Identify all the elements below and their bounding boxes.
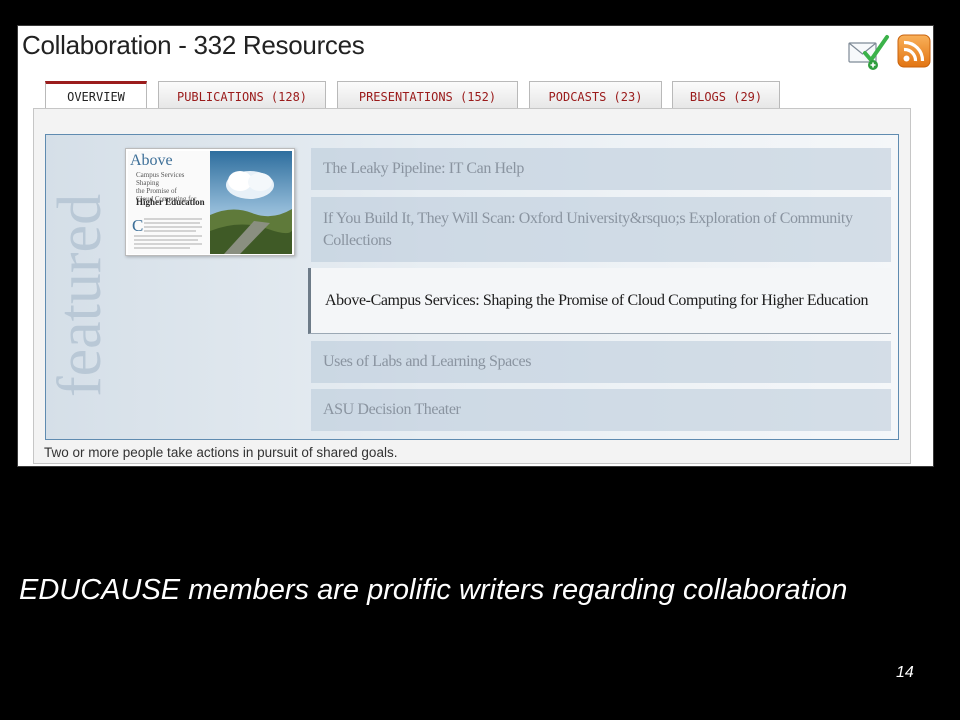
topic-description: Two or more people take actions in pursu… <box>44 445 398 460</box>
slide-caption: EDUCAUSE members are prolific writers re… <box>19 574 848 606</box>
slide-number: 14 <box>896 664 914 681</box>
page-title: Collaboration - 332 Resources <box>22 30 365 60</box>
svg-text:featured: featured <box>52 194 112 397</box>
overview-panel: featured Above Campus Services Shaping t… <box>33 108 911 464</box>
featured-item[interactable]: If You Build It, They Will Scan: Oxford … <box>311 197 891 262</box>
cloud-landscape-image <box>210 151 292 254</box>
resource-page-screenshot: Collaboration - 332 Resources OVERVIEW P… <box>17 25 934 467</box>
rss-feed-icon[interactable] <box>897 34 931 68</box>
tab-podcasts[interactable]: PODCASTS (23) <box>529 81 662 109</box>
thumbnail-heading: Higher Education <box>136 197 205 207</box>
featured-item[interactable]: ASU Decision Theater <box>311 389 891 431</box>
tab-publications[interactable]: PUBLICATIONS (128) <box>158 81 326 109</box>
thumbnail-text-lines: C <box>132 216 202 249</box>
featured-thumbnail[interactable]: Above Campus Services Shaping the Promis… <box>125 148 295 256</box>
featured-item-selected[interactable]: Above-Campus Services: Shaping the Promi… <box>308 268 891 334</box>
tab-presentations[interactable]: PRESENTATIONS (152) <box>337 81 518 109</box>
thumbnail-title: Above <box>130 152 173 169</box>
thumbnail-cover: Above Campus Services Shaping the Promis… <box>128 151 210 254</box>
featured-item[interactable]: Uses of Labs and Learning Spaces <box>311 341 891 383</box>
tab-blogs[interactable]: BLOGS (29) <box>672 81 780 109</box>
featured-watermark: featured <box>52 194 112 397</box>
email-share-icon[interactable] <box>847 34 891 72</box>
featured-item[interactable]: The Leaky Pipeline: IT Can Help <box>311 148 891 190</box>
featured-panel: featured Above Campus Services Shaping t… <box>45 134 899 440</box>
svg-text:C: C <box>132 216 143 235</box>
tab-overview[interactable]: OVERVIEW <box>45 81 147 110</box>
